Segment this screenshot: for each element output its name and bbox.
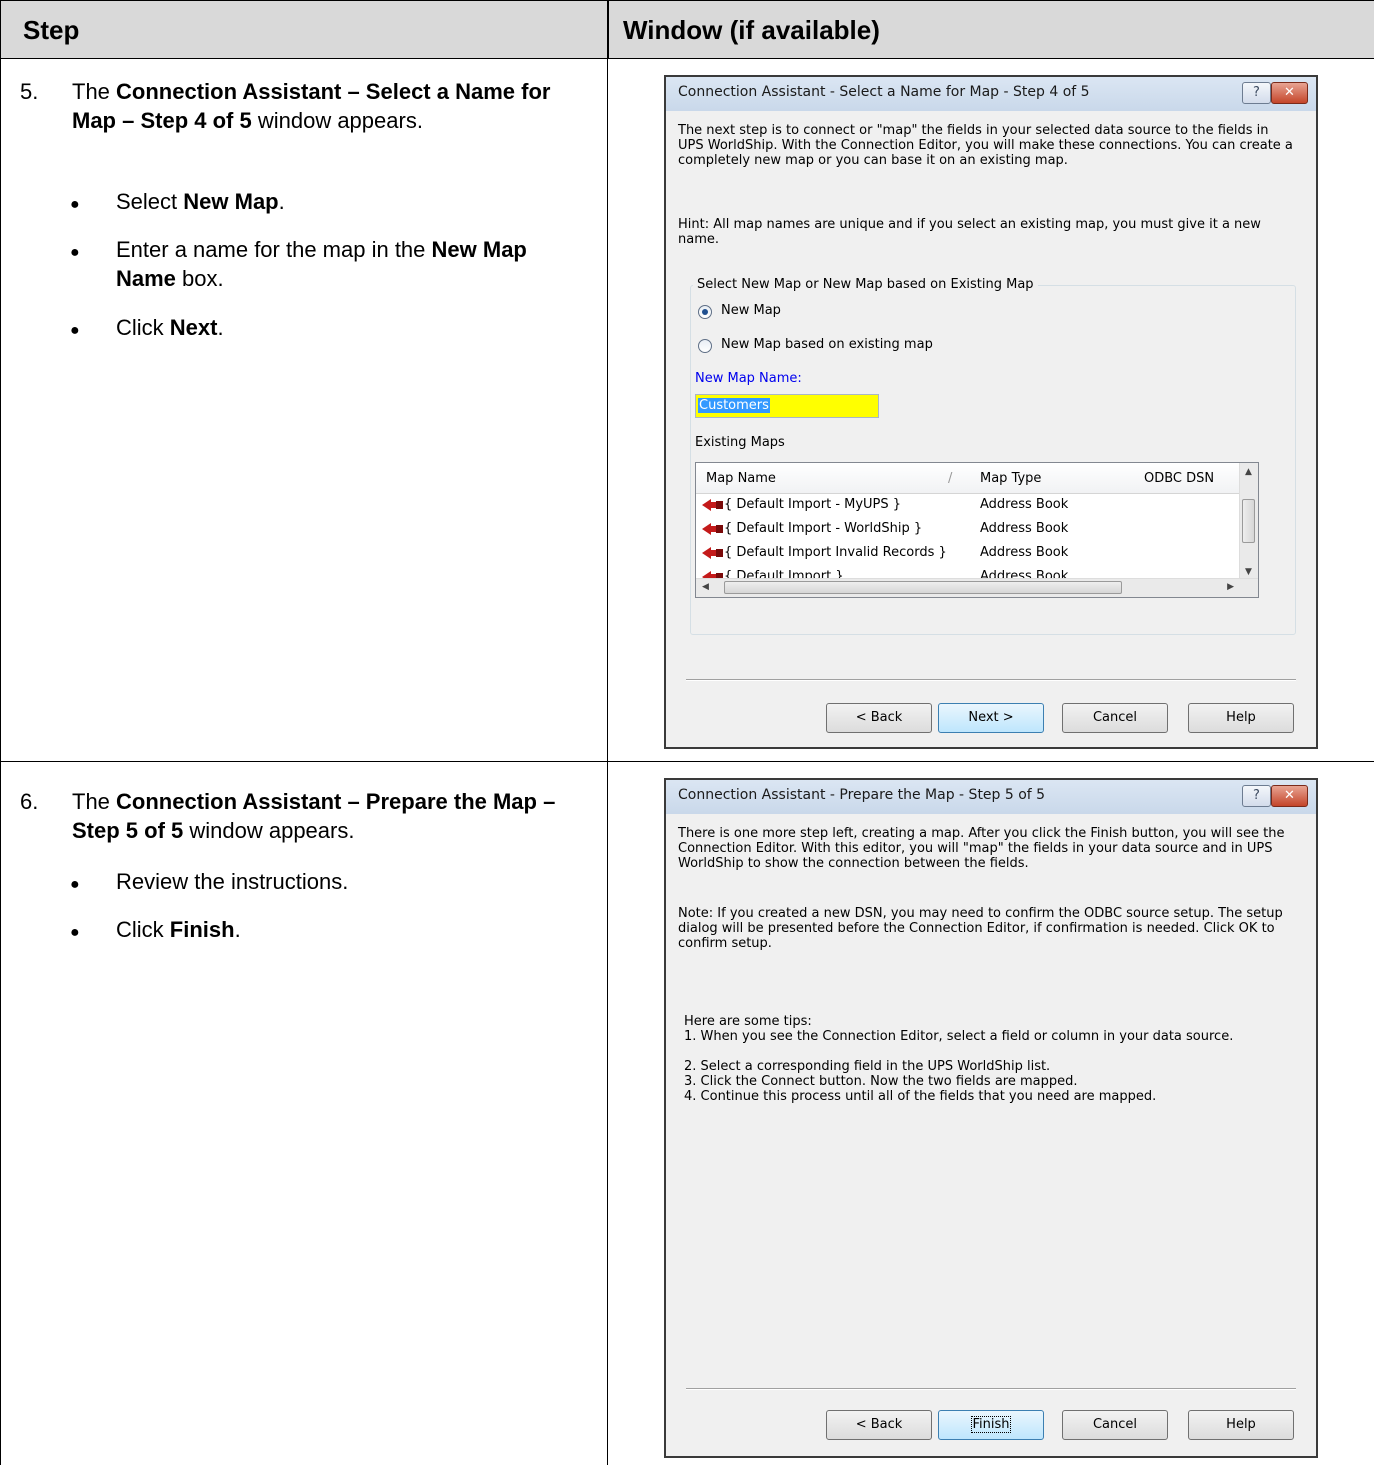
bullet-icon: ●: [70, 322, 80, 339]
tips-heading: Here are some tips:: [684, 1014, 812, 1029]
list-item[interactable]: { Default Import - WorldShip } Address B…: [696, 517, 1240, 541]
scroll-thumb[interactable]: [724, 581, 1122, 594]
next-button[interactable]: Next >: [938, 703, 1044, 733]
group-label: Select New Map or New Map based on Exist…: [693, 277, 1038, 292]
header-window-label: Window (if available): [623, 15, 880, 45]
close-icon[interactable]: ✕: [1271, 785, 1308, 807]
intro-paragraph: There is one more step left, creating a …: [678, 826, 1285, 871]
intro-paragraph: The next step is to connect or "map" the…: [678, 123, 1293, 168]
dialog-title-bar: Connection Assistant - Select a Name for…: [666, 77, 1316, 111]
finish-button[interactable]: Finish: [938, 1410, 1044, 1440]
map-arrow-icon: [702, 523, 723, 535]
new-map-name-value: Customers: [698, 398, 770, 413]
table-border-left: [0, 0, 1, 1465]
map-name-cell: { Default Import - WorldShip }: [724, 521, 923, 536]
vertical-scrollbar[interactable]: ▲ ▼: [1239, 463, 1258, 579]
step-6-bullet-2: Click Finish.: [116, 917, 241, 942]
radio-based-on-existing-label[interactable]: New Map based on existing map: [721, 337, 933, 352]
help-icon[interactable]: ?: [1242, 785, 1271, 807]
map-selection-group: Select New Map or New Map based on Exist…: [690, 277, 1296, 635]
step-5-bullet-3: Click Next.: [116, 315, 224, 340]
dialog-body: There is one more step left, creating a …: [666, 814, 1316, 1456]
row-divider: [0, 761, 1374, 762]
table-border-top: [0, 0, 1374, 1]
tip-item: 2. Select a corresponding field in the U…: [684, 1059, 1051, 1074]
prepare-map-dialog: Connection Assistant - Prepare the Map -…: [664, 778, 1318, 1458]
dialog-title: Connection Assistant - Select a Name for…: [678, 84, 1090, 100]
note-text: Note: If you created a new DSN, you may …: [678, 906, 1283, 951]
header-step-label: Step: [23, 15, 80, 45]
close-icon[interactable]: ✕: [1271, 82, 1308, 104]
step-6-intro: The Connection Assistant – Prepare the M…: [72, 789, 556, 843]
step-5-bullet-1: Select New Map.: [116, 189, 285, 214]
existing-maps-list[interactable]: Map Name / Map Type ODBC DSN { Default I…: [695, 462, 1259, 598]
tip-item: 3. Click the Connect button. Now the two…: [684, 1074, 1078, 1089]
column-odbc-dsn[interactable]: ODBC DSN: [1144, 471, 1214, 486]
scroll-thumb[interactable]: [1242, 499, 1255, 543]
back-button[interactable]: < Back: [826, 703, 932, 733]
list-item[interactable]: { Default Import } Address Book: [696, 565, 1240, 579]
tip-item: 1. When you see the Connection Editor, s…: [684, 1029, 1234, 1044]
help-button[interactable]: Help: [1188, 1410, 1294, 1440]
instruction-table: Step Window (if available) 5. The Connec…: [0, 0, 1374, 1465]
cancel-button[interactable]: Cancel: [1062, 703, 1168, 733]
map-type-cell: Address Book: [980, 545, 1069, 560]
scroll-left-icon[interactable]: ◀: [702, 582, 709, 592]
dialog-title: Connection Assistant - Prepare the Map -…: [678, 787, 1046, 803]
step-5-intro: The Connection Assistant – Select a Name…: [72, 79, 551, 133]
hint-text: Hint: All map names are unique and if yo…: [678, 217, 1261, 247]
column-map-name[interactable]: Map Name: [706, 471, 776, 486]
step-5-bullet-2: Enter a name for the map in the New Map …: [116, 237, 527, 291]
dialog-title-bar: Connection Assistant - Prepare the Map -…: [666, 780, 1316, 814]
radio-new-map-label[interactable]: New Map: [721, 303, 781, 318]
bullet-icon: ●: [70, 876, 80, 893]
horizontal-scrollbar[interactable]: ◀ ▶: [696, 578, 1258, 597]
header-window-cell: Window (if available): [608, 0, 1374, 59]
tip-item: 4. Continue this process until all of th…: [684, 1089, 1157, 1104]
map-type-cell: Address Book: [980, 521, 1069, 536]
list-item[interactable]: { Default Import - MyUPS } Address Book: [696, 493, 1240, 517]
new-map-name-input[interactable]: Customers: [695, 394, 879, 418]
scroll-up-icon[interactable]: ▲: [1245, 467, 1252, 477]
bullet-icon: ●: [70, 244, 80, 261]
column-divider: [607, 0, 608, 1465]
step-6-number: 6.: [20, 789, 39, 814]
help-icon[interactable]: ?: [1242, 82, 1271, 104]
cancel-button[interactable]: Cancel: [1062, 1410, 1168, 1440]
step-6-bullet-1: Review the instructions.: [116, 869, 349, 894]
step-5-number: 5.: [20, 79, 39, 104]
scroll-right-icon[interactable]: ▶: [1227, 582, 1234, 592]
separator: [686, 1388, 1296, 1390]
column-map-type[interactable]: Map Type: [980, 471, 1041, 486]
scroll-down-icon[interactable]: ▼: [1245, 567, 1252, 577]
bullet-icon: ●: [70, 196, 80, 213]
list-header: Map Name / Map Type ODBC DSN: [696, 463, 1240, 494]
map-name-cell: { Default Import Invalid Records }: [724, 545, 947, 560]
map-type-cell: Address Book: [980, 497, 1069, 512]
separator: [686, 679, 1296, 681]
sort-indicator-icon: /: [948, 471, 953, 486]
existing-maps-label: Existing Maps: [695, 435, 785, 450]
header-step-cell: Step: [0, 0, 608, 59]
new-map-name-label: New Map Name:: [695, 371, 802, 386]
map-name-cell: { Default Import - MyUPS }: [724, 497, 902, 512]
radio-new-map[interactable]: [698, 305, 712, 319]
select-map-name-dialog: Connection Assistant - Select a Name for…: [664, 75, 1318, 749]
dialog-body: The next step is to connect or "map" the…: [666, 111, 1316, 747]
radio-based-on-existing[interactable]: [698, 339, 712, 353]
map-arrow-icon: [702, 547, 723, 559]
bullet-icon: ●: [70, 924, 80, 941]
finish-button-label: Finish: [971, 1416, 1011, 1433]
help-button[interactable]: Help: [1188, 703, 1294, 733]
list-item[interactable]: { Default Import Invalid Records } Addre…: [696, 541, 1240, 565]
back-button[interactable]: < Back: [826, 1410, 932, 1440]
map-arrow-icon: [702, 499, 723, 511]
